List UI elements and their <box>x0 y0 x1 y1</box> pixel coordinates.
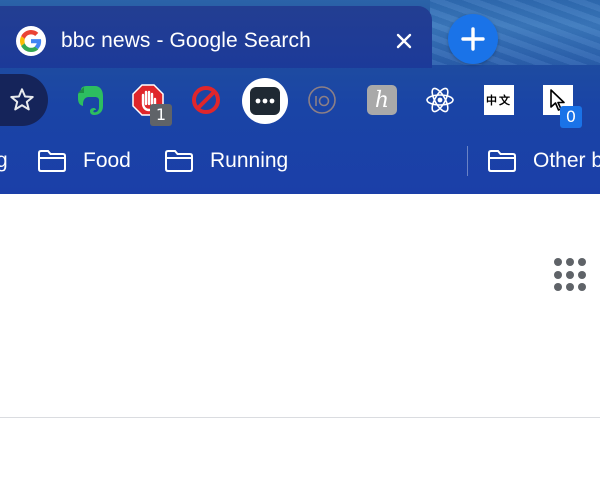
adblock-badge: 1 <box>150 104 172 126</box>
extension-cursor[interactable]: 0 <box>538 80 582 128</box>
h-tile-icon: h <box>367 85 397 115</box>
bookmark-folder-running-label: Running <box>210 149 289 172</box>
google-g-icon <box>16 26 46 56</box>
browser-tab[interactable]: bbc news - Google Search <box>0 6 432 68</box>
tab-title: bbc news - Google Search <box>61 29 311 52</box>
plus-icon <box>461 27 485 51</box>
folder-icon <box>165 150 193 172</box>
bookmark-partial-label: g <box>0 149 8 172</box>
react-atom-icon <box>426 87 454 113</box>
star-outline-icon <box>10 88 34 111</box>
extension-io[interactable] <box>302 80 342 120</box>
header-divider <box>0 417 600 418</box>
browser-frame: bbc news - Google Search 1 h 中文 0 g Food… <box>0 0 600 194</box>
bookmarks-separator <box>467 146 468 176</box>
evernote-elephant-icon <box>78 86 103 115</box>
extension-h[interactable]: h <box>362 80 402 120</box>
apps-grid-icon[interactable] <box>554 258 588 292</box>
extension-react-devtools[interactable] <box>420 80 460 120</box>
bookmark-folder-running[interactable]: Running <box>164 146 288 176</box>
io-circle-icon <box>308 86 336 114</box>
bookmark-partial[interactable]: g <box>0 146 8 176</box>
extension-chinese-tool[interactable]: 中文 <box>479 80 519 120</box>
cursor-badge: 0 <box>560 106 582 128</box>
dots-pill-icon <box>250 87 280 115</box>
page-content <box>0 194 600 487</box>
no-entry-icon <box>192 86 220 114</box>
extension-blocker[interactable] <box>186 80 226 120</box>
extension-adblock[interactable]: 1 <box>128 80 172 126</box>
extension-evernote[interactable] <box>70 80 110 120</box>
bookmark-folder-food-label: Food <box>83 149 131 172</box>
bookmark-folder-other-label: Other b <box>533 149 600 172</box>
bookmarks-bar: g Food Running Other b <box>0 138 600 182</box>
toolbar: 1 h 中文 0 <box>0 68 600 134</box>
close-icon[interactable] <box>391 28 417 54</box>
new-tab-button[interactable] <box>448 14 498 64</box>
bookmark-star-button[interactable] <box>0 74 48 126</box>
chinese-chars-icon: 中文 <box>484 85 514 115</box>
folder-icon <box>488 150 516 172</box>
folder-icon <box>38 150 66 172</box>
bookmark-folder-food[interactable]: Food <box>37 146 131 176</box>
extension-password-manager[interactable] <box>242 78 288 124</box>
bookmark-folder-other[interactable]: Other b <box>487 146 600 176</box>
